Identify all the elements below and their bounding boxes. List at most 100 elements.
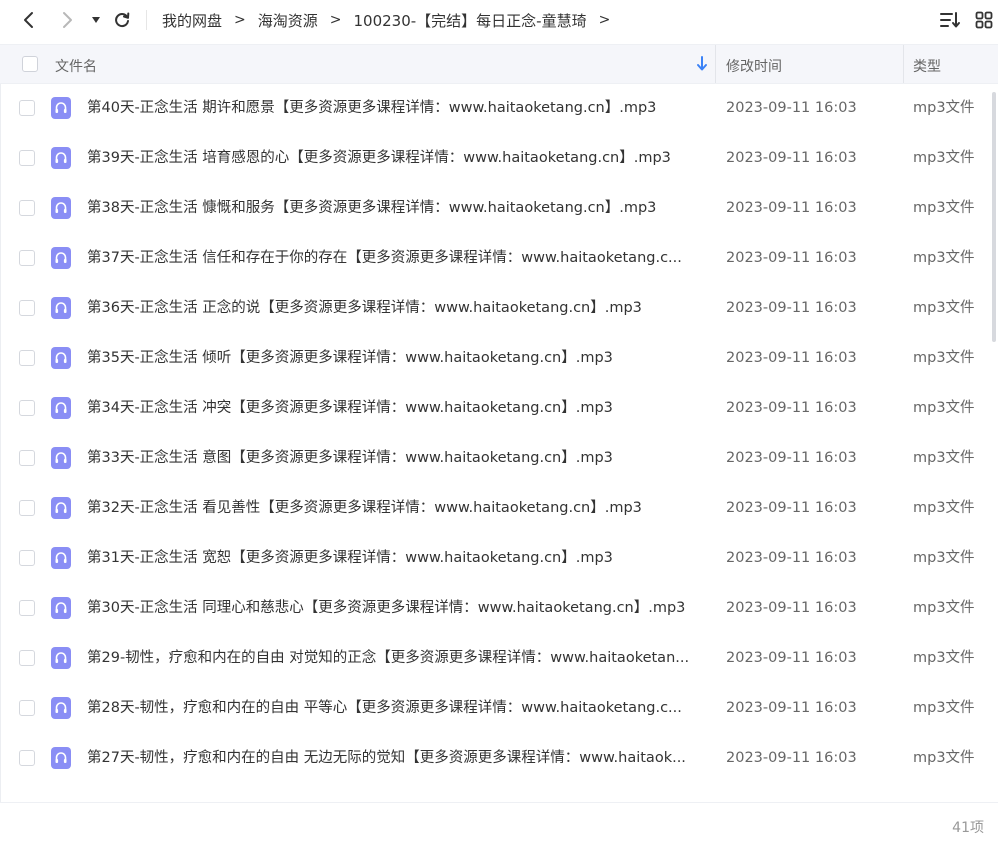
row-checkbox[interactable]	[19, 750, 35, 766]
file-name[interactable]: 第33天-正念生活 意图【更多资源更多课程详情：www.haitaoketang…	[87, 449, 703, 467]
row-checkbox[interactable]	[19, 250, 35, 266]
nav-divider	[146, 10, 147, 30]
file-type: mp3文件	[913, 250, 975, 266]
breadcrumb-item-current-folder[interactable]: 100230-【完结】每日正念-童慧琦	[354, 10, 587, 31]
top-bar: 我的网盘 > 海淘资源 > 100230-【完结】每日正念-童慧琦 >	[0, 0, 998, 40]
caret-down-icon	[92, 17, 100, 23]
chevron-left-icon	[24, 12, 33, 28]
row-checkbox[interactable]	[19, 100, 35, 116]
audio-file-icon	[51, 547, 71, 569]
row-checkbox[interactable]	[19, 650, 35, 666]
file-row[interactable]: 第32天-正念生活 看见善性【更多资源更多课程详情：www.haitaoketa…	[0, 484, 998, 534]
file-modified-time: 2023-09-11 16:03	[726, 100, 857, 116]
breadcrumb-item-resources[interactable]: 海淘资源	[258, 10, 318, 31]
column-header-modified-time[interactable]: 修改时间	[726, 56, 782, 76]
forward-button[interactable]	[55, 8, 79, 32]
file-type: mp3文件	[913, 700, 975, 716]
breadcrumb-separator: >	[598, 12, 611, 28]
file-row[interactable]: 第31天-正念生活 宽恕【更多资源更多课程详情：www.haitaoketang…	[0, 534, 998, 584]
file-name[interactable]: 第36天-正念生活 正念的说【更多资源更多课程详情：www.haitaoketa…	[87, 299, 703, 317]
back-button[interactable]	[17, 8, 41, 32]
row-checkbox[interactable]	[19, 200, 35, 216]
file-modified-time: 2023-09-11 16:03	[726, 600, 857, 616]
column-header-type[interactable]: 类型	[913, 56, 941, 76]
file-row[interactable]: 第29-韧性，疗愈和内在的自由 对觉知的正念【更多资源更多课程详情：www.ha…	[0, 634, 998, 684]
file-modified-time: 2023-09-11 16:03	[726, 450, 857, 466]
row-checkbox[interactable]	[19, 700, 35, 716]
file-name[interactable]: 第28天-韧性，疗愈和内在的自由 平等心【更多资源更多课程详情：www.hait…	[87, 699, 703, 717]
row-checkbox[interactable]	[19, 150, 35, 166]
file-list-header: 文件名 修改时间 类型	[0, 44, 998, 84]
file-name[interactable]: 第31天-正念生活 宽恕【更多资源更多课程详情：www.haitaoketang…	[87, 549, 703, 567]
grid-view-icon	[975, 11, 993, 29]
file-name[interactable]: 第39天-正念生活 培育感恩的心【更多资源更多课程详情：www.haitaoke…	[87, 149, 703, 167]
row-checkbox[interactable]	[19, 400, 35, 416]
row-checkbox[interactable]	[19, 550, 35, 566]
file-row[interactable]: 第28天-韧性，疗愈和内在的自由 平等心【更多资源更多课程详情：www.hait…	[0, 684, 998, 734]
file-name[interactable]: 第35天-正念生活 倾听【更多资源更多课程详情：www.haitaoketang…	[87, 349, 703, 367]
file-name[interactable]: 第37天-正念生活 信任和存在于你的存在【更多资源更多课程详情：www.hait…	[87, 249, 703, 267]
file-name[interactable]: 第32天-正念生活 看见善性【更多资源更多课程详情：www.haitaoketa…	[87, 499, 703, 517]
view-toggle-button[interactable]	[972, 8, 996, 32]
file-modified-time: 2023-09-11 16:03	[726, 700, 857, 716]
file-modified-time: 2023-09-11 16:03	[726, 650, 857, 666]
file-row[interactable]: 第39天-正念生活 培育感恩的心【更多资源更多课程详情：www.haitaoke…	[0, 134, 998, 184]
row-checkbox[interactable]	[19, 600, 35, 616]
chevron-right-icon	[63, 12, 72, 28]
file-type: mp3文件	[913, 500, 975, 516]
file-modified-time: 2023-09-11 16:03	[726, 550, 857, 566]
file-row[interactable]: 第40天-正念生活 期许和愿景【更多资源更多课程详情：www.haitaoket…	[0, 84, 998, 134]
file-row[interactable]: 第38天-正念生活 慷慨和服务【更多资源更多课程详情：www.haitaoket…	[0, 184, 998, 234]
audio-file-icon	[51, 647, 71, 669]
select-all-checkbox[interactable]	[22, 56, 38, 72]
column-divider[interactable]	[903, 45, 904, 83]
file-type: mp3文件	[913, 600, 975, 616]
file-type: mp3文件	[913, 400, 975, 416]
scrollbar[interactable]	[992, 92, 996, 342]
file-type: mp3文件	[913, 550, 975, 566]
audio-file-icon	[51, 347, 71, 369]
file-name[interactable]: 第34天-正念生活 冲突【更多资源更多课程详情：www.haitaoketang…	[87, 399, 703, 417]
file-name[interactable]: 第30天-正念生活 同理心和慈悲心【更多资源更多课程详情：www.haitaok…	[87, 599, 703, 617]
audio-file-icon	[51, 747, 71, 769]
row-checkbox[interactable]	[19, 450, 35, 466]
refresh-button[interactable]	[110, 8, 134, 32]
breadcrumb-item-my-drive[interactable]: 我的网盘	[162, 10, 222, 31]
sort-button[interactable]	[938, 8, 962, 32]
breadcrumb-separator: >	[234, 12, 246, 28]
audio-file-icon	[51, 397, 71, 419]
file-row[interactable]: 第37天-正念生活 信任和存在于你的存在【更多资源更多课程详情：www.hait…	[0, 234, 998, 284]
arrow-down-icon[interactable]	[696, 56, 708, 76]
audio-file-icon	[51, 147, 71, 169]
row-checkbox[interactable]	[19, 350, 35, 366]
audio-file-icon	[51, 447, 71, 469]
file-row[interactable]: 第30天-正念生活 同理心和慈悲心【更多资源更多课程详情：www.haitaok…	[0, 584, 998, 634]
file-row[interactable]: 第27天-韧性，疗愈和内在的自由 无边无际的觉知【更多资源更多课程详情：www.…	[0, 734, 998, 784]
file-list: 第40天-正念生活 期许和愿景【更多资源更多课程详情：www.haitaoket…	[0, 84, 998, 802]
file-type: mp3文件	[913, 750, 975, 766]
file-row[interactable]: 第35天-正念生活 倾听【更多资源更多课程详情：www.haitaoketang…	[0, 334, 998, 384]
audio-file-icon	[51, 197, 71, 219]
file-type: mp3文件	[913, 100, 975, 116]
file-name[interactable]: 第40天-正念生活 期许和愿景【更多资源更多课程详情：www.haitaoket…	[87, 99, 703, 117]
column-header-name[interactable]: 文件名	[55, 56, 97, 76]
audio-file-icon	[51, 97, 71, 119]
breadcrumb-separator: >	[329, 12, 342, 28]
file-row[interactable]: 第34天-正念生活 冲突【更多资源更多课程详情：www.haitaoketang…	[0, 384, 998, 434]
row-checkbox[interactable]	[19, 300, 35, 316]
file-row[interactable]: 第36天-正念生活 正念的说【更多资源更多课程详情：www.haitaoketa…	[0, 284, 998, 334]
file-row[interactable]: 第33天-正念生活 意图【更多资源更多课程详情：www.haitaoketang…	[0, 434, 998, 484]
audio-file-icon	[51, 297, 71, 319]
file-name[interactable]: 第27天-韧性，疗愈和内在的自由 无边无际的觉知【更多资源更多课程详情：www.…	[87, 749, 703, 767]
file-modified-time: 2023-09-11 16:03	[726, 400, 857, 416]
audio-file-icon	[51, 597, 71, 619]
item-count: 41项	[952, 820, 984, 836]
file-modified-time: 2023-09-11 16:03	[726, 500, 857, 516]
history-dropdown-button[interactable]	[84, 8, 108, 32]
column-divider[interactable]	[715, 45, 716, 83]
file-name[interactable]: 第38天-正念生活 慷慨和服务【更多资源更多课程详情：www.haitaoket…	[87, 199, 703, 217]
file-modified-time: 2023-09-11 16:03	[726, 250, 857, 266]
row-checkbox[interactable]	[19, 500, 35, 516]
file-modified-time: 2023-09-11 16:03	[726, 200, 857, 216]
file-name[interactable]: 第29-韧性，疗愈和内在的自由 对觉知的正念【更多资源更多课程详情：www.ha…	[87, 649, 703, 667]
